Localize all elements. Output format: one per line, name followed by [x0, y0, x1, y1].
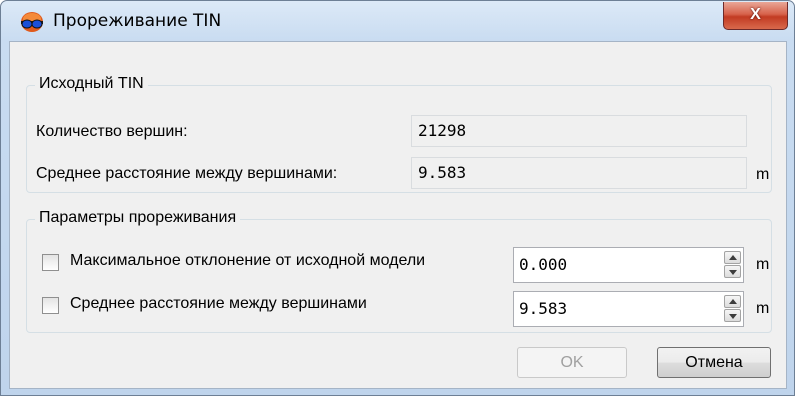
avg-distance-spinbox[interactable]: 9.583: [513, 291, 744, 327]
spin-down-arrow-icon[interactable]: [724, 309, 741, 322]
avg-distance-param-unit: m: [756, 300, 770, 317]
close-button[interactable]: X: [723, 2, 788, 30]
thinning-params-group: Параметры прореживания Максимальное откл…: [26, 209, 772, 333]
avg-distance-param-label[interactable]: Среднее расстояние между вершинами: [70, 295, 367, 313]
max-deviation-label[interactable]: Максимальное отклонение от исходной моде…: [70, 252, 425, 270]
spin-down-arrow-icon[interactable]: [724, 265, 741, 278]
spin-up-arrow-icon[interactable]: [724, 295, 741, 308]
max-deviation-spinbox[interactable]: 0.000: [513, 247, 744, 283]
title-bar[interactable]: Прореживание TIN X: [1, 1, 794, 41]
window-title: Прореживание TIN: [53, 11, 222, 31]
ok-button[interactable]: OK: [517, 347, 627, 378]
avg-distance-checkbox[interactable]: [42, 297, 59, 314]
spin-up-arrow-icon[interactable]: [724, 251, 741, 264]
dialog-body: Исходный TIN Количество вершин: 21298 Ср…: [9, 41, 787, 389]
cancel-button[interactable]: Отмена: [657, 347, 771, 378]
avg-distance-unit: m: [756, 166, 770, 183]
vertex-count-value: 21298: [411, 115, 747, 147]
source-tin-group-title: Исходный TIN: [35, 75, 148, 93]
avg-distance-param-value[interactable]: 9.583: [519, 292, 567, 326]
max-deviation-unit: m: [756, 256, 770, 273]
source-tin-group: Исходный TIN Количество вершин: 21298 Ср…: [26, 75, 772, 193]
avg-distance-value: 9.583: [411, 157, 747, 189]
avg-distance-label: Среднее расстояние между вершинами:: [36, 165, 338, 182]
max-deviation-spin-buttons: [724, 251, 741, 279]
tin-glasses-icon: [19, 10, 45, 34]
thinning-params-group-title: Параметры прореживания: [35, 209, 241, 227]
close-icon: X: [750, 6, 761, 23]
dialog-window: Прореживание TIN X Исходный TIN Количест…: [0, 0, 795, 396]
max-deviation-value[interactable]: 0.000: [519, 248, 567, 282]
avg-distance-spin-buttons: [724, 295, 741, 323]
max-deviation-checkbox[interactable]: [42, 254, 59, 271]
vertex-count-label: Количество вершин:: [36, 123, 188, 140]
